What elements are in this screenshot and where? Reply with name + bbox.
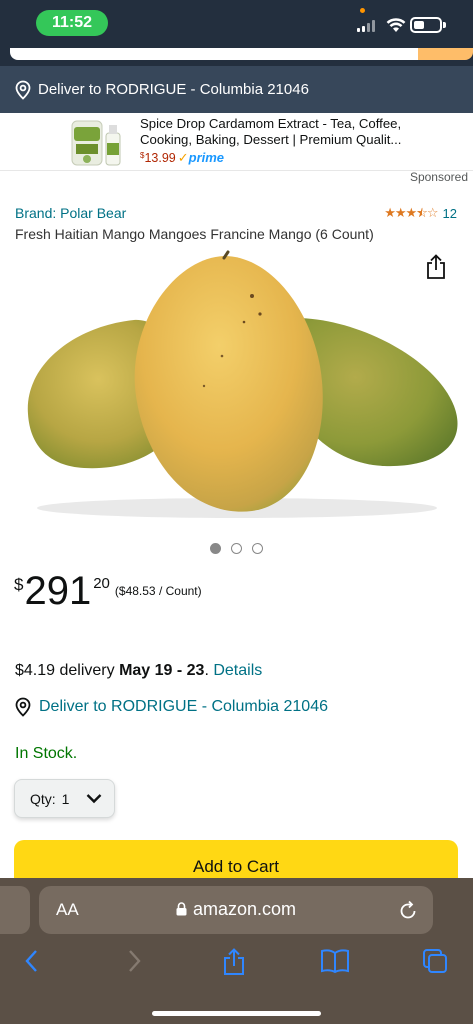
delivery-info: $4.19 delivery May 19 - 23. Details (15, 662, 262, 680)
carousel-dot[interactable] (210, 543, 221, 554)
quantity-select[interactable]: Qty: 1 (14, 779, 115, 818)
back-icon[interactable] (22, 948, 42, 974)
previous-tab-preview[interactable] (0, 886, 30, 934)
prime-check-icon: ✓ (177, 150, 189, 165)
product-price: $ 291 20 ($48.53 / Count) (14, 569, 202, 613)
product-title: Fresh Haitian Mango Mangoes Francine Man… (15, 226, 374, 242)
carousel-dot[interactable] (231, 543, 242, 554)
chevron-down-icon (86, 794, 102, 804)
home-indicator[interactable] (152, 1011, 321, 1016)
bookmarks-icon[interactable] (320, 948, 350, 974)
image-carousel-dots[interactable] (210, 543, 263, 554)
price-whole: 291 (24, 569, 92, 613)
ad-title[interactable]: Spice Drop Cardamom Extract - Tea, Coffe… (140, 116, 430, 147)
delivery-separator: . (204, 662, 214, 679)
status-time[interactable]: 11:52 (36, 10, 108, 36)
share-icon[interactable] (424, 254, 448, 280)
stock-status: In Stock. (15, 745, 78, 762)
ad-price-value: 13.99 (144, 151, 176, 165)
ad-price: $ 13.99 ✓prime (140, 150, 224, 166)
search-button[interactable] (418, 48, 473, 60)
prime-badge: ✓prime (177, 150, 225, 165)
battery-icon (410, 17, 446, 33)
sponsored-label[interactable]: Sponsored (410, 170, 468, 184)
review-count: 12 (442, 205, 457, 221)
quantity-value: 1 (61, 790, 70, 807)
deliver-to-link[interactable]: Deliver to RODRIGUE - Columbia 21046 (14, 697, 328, 717)
reload-icon[interactable] (398, 899, 418, 921)
product-image[interactable] (14, 246, 460, 524)
address-domain: amazon.com (39, 899, 433, 920)
ad-price-currency: $ (140, 151, 145, 160)
share-sheet-icon[interactable] (221, 948, 247, 976)
tabs-icon[interactable] (422, 948, 448, 974)
deliver-to-bar[interactable]: Deliver to RODRIGUE - Columbia 21046 (0, 66, 473, 113)
carousel-dot[interactable] (252, 543, 263, 554)
quantity-label: Qty: (30, 790, 56, 807)
rating-summary[interactable]: ★★★☆★☆ 12 (384, 205, 457, 221)
price-currency: $ (14, 575, 24, 594)
delivery-details-link[interactable]: Details (213, 662, 262, 679)
price-fraction: 20 (93, 575, 110, 592)
location-pin-icon (15, 697, 31, 717)
unit-price: ($48.53 / Count) (114, 584, 202, 598)
brand-link[interactable]: Brand: Polar Bear (15, 205, 126, 221)
lock-icon (176, 902, 187, 916)
star-rating-icon: ★★★☆★☆ (384, 205, 438, 220)
delivery-cost: $4.19 delivery (15, 662, 120, 679)
domain-text: amazon.com (192, 899, 297, 919)
search-bar[interactable] (0, 48, 473, 66)
safari-nav-bar (0, 948, 473, 988)
delivery-dates: May 19 - 23 (119, 662, 205, 679)
deliver-to-line-text: Deliver to RODRIGUE - Columbia 21046 (39, 698, 328, 715)
status-bar: 11:52 (0, 0, 473, 48)
address-bar[interactable]: AA amazon.com (39, 886, 433, 934)
privacy-indicator-dot (360, 8, 365, 13)
browser-toolbar: AA amazon.com (0, 878, 473, 1024)
deliver-to-text: Deliver to RODRIGUE - Columbia 21046 (38, 81, 309, 98)
location-pin-icon (15, 80, 31, 100)
ad-product-image (71, 120, 121, 166)
cellular-signal-icon (357, 20, 375, 32)
sponsored-ad-banner[interactable]: Spice Drop Cardamom Extract - Tea, Coffe… (0, 113, 473, 171)
forward-icon[interactable] (124, 948, 144, 974)
wifi-icon (386, 18, 406, 32)
